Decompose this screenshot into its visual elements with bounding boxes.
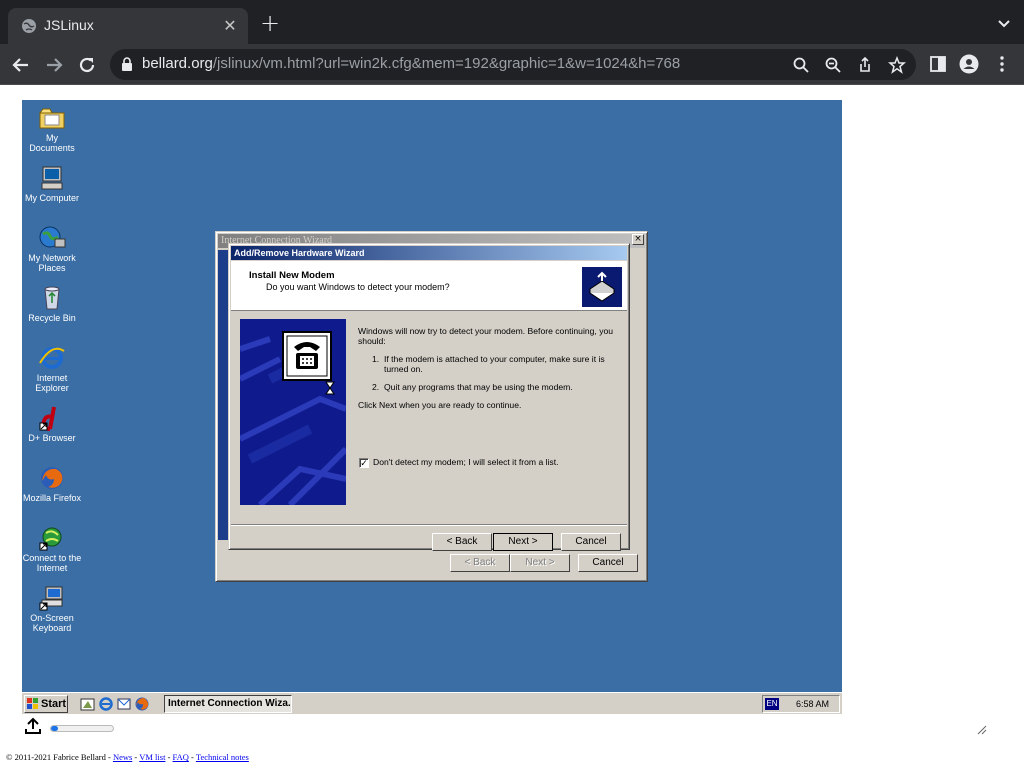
folder-icon	[39, 108, 65, 129]
wizard-side-stripe	[218, 250, 228, 540]
desktop-icon-my-computer[interactable]: My Computer	[22, 165, 82, 203]
desktop-icon-my-network-places[interactable]: My Network Places	[22, 225, 82, 273]
icon-label: On-Screen Keyboard	[30, 613, 74, 633]
back-arrow-icon[interactable]	[8, 52, 34, 78]
system-tray: EN 6:58 AM	[762, 695, 840, 713]
address-bar[interactable]: bellard.org/jslinux/vm.html?url=win2k.cf…	[110, 49, 916, 80]
tab-strip: JSLinux ✕ +	[0, 0, 1024, 44]
desktop-icon-mozilla-firefox[interactable]: Mozilla Firefox	[22, 465, 82, 503]
wizard-side-image	[240, 319, 346, 505]
icon-label: My Documents	[29, 133, 75, 153]
page-footer: © 2011-2021 Fabrice Bellard - News - VM …	[6, 752, 249, 762]
close-window-button[interactable]: ×	[632, 234, 644, 245]
desktop-icon-my-documents[interactable]: My Documents	[22, 105, 82, 153]
resize-handle-icon[interactable]	[977, 725, 987, 735]
clock[interactable]: 6:58 AM	[796, 698, 829, 710]
wizard-content: Windows will now try to detect your mode…	[358, 326, 618, 418]
cancel-button[interactable]: Cancel	[561, 533, 621, 551]
footer-link-vm-list[interactable]: VM list	[139, 752, 165, 762]
internet-explorer-icon[interactable]	[98, 696, 114, 712]
share-icon[interactable]	[856, 56, 874, 74]
firefox-icon	[41, 467, 63, 489]
vm-screen[interactable]: My Documents My Computer My Network Plac…	[22, 100, 842, 714]
side-panel-icon[interactable]	[928, 54, 948, 74]
recycle-bin-icon	[44, 286, 60, 310]
back-button[interactable]: < Back	[450, 554, 510, 572]
tab-title: JSLinux	[44, 17, 94, 33]
taskbar: Start Internet Connection Wiza... EN 6:5…	[22, 692, 842, 714]
close-tab-icon[interactable]: ✕	[220, 16, 240, 36]
internet-explorer-icon	[39, 347, 65, 369]
firefox-icon[interactable]	[134, 696, 150, 712]
step-item: 2. Quit any programs that may be using th…	[372, 382, 573, 392]
circuit-background-icon	[240, 319, 346, 505]
footer-link-technical-notes[interactable]: Technical notes	[196, 752, 249, 762]
desktop-icon-d-plus-browser[interactable]: D+ Browser	[22, 405, 82, 443]
add-remove-hardware-wizard-window[interactable]: Add/Remove Hardware Wizard Install New M…	[228, 243, 630, 551]
checkbox-label: Don't detect my modem; I will select it …	[373, 457, 559, 467]
intro-text: Windows will now try to detect your mode…	[358, 326, 614, 346]
connect-internet-icon	[39, 527, 62, 551]
bookmark-star-icon[interactable]	[888, 56, 906, 74]
back-button[interactable]: < Back	[432, 533, 492, 551]
start-button[interactable]: Start	[24, 695, 68, 713]
globe-icon	[22, 19, 36, 33]
icon-label: D+ Browser	[28, 433, 76, 443]
desktop-icon-recycle-bin[interactable]: Recycle Bin	[22, 285, 82, 323]
window-titlebar[interactable]: Add/Remove Hardware Wizard	[231, 246, 627, 260]
taskbar-item-internet-connection-wizard[interactable]: Internet Connection Wiza...	[164, 695, 292, 713]
keyboard-icon	[39, 586, 63, 611]
wizard-header: Install New Modem Do you want Windows to…	[231, 261, 627, 311]
upload-icon[interactable]	[25, 717, 41, 735]
next-button[interactable]: Next >	[510, 554, 570, 572]
icon-label: Connect to the Internet	[22, 553, 82, 573]
page-content: My Documents My Computer My Network Plac…	[0, 85, 1024, 768]
click-next-text: Click Next when you are ready to continu…	[358, 400, 522, 410]
wizard-header-title: Install New Modem	[249, 270, 335, 281]
profile-avatar-icon[interactable]	[959, 54, 979, 74]
url-text[interactable]: bellard.org/jslinux/vm.html?url=win2k.cf…	[142, 55, 680, 72]
upload-progress-bar	[50, 725, 114, 732]
forward-arrow-icon[interactable]	[41, 52, 67, 78]
browser-tab[interactable]: JSLinux ✕	[8, 8, 248, 44]
icon-label: Mozilla Firefox	[22, 493, 81, 503]
new-tab-button[interactable]: +	[258, 11, 282, 36]
show-desktop-icon[interactable]	[80, 696, 96, 712]
divider	[231, 524, 627, 526]
step-item: 1. If the modem is attached to your compu…	[372, 354, 605, 374]
copyright-text: © 2011-2021 Fabrice Bellard -	[6, 752, 113, 762]
computer-icon	[41, 166, 63, 190]
language-indicator[interactable]: EN	[765, 698, 779, 710]
cancel-button[interactable]: Cancel	[578, 554, 638, 572]
desktop-icon-on-screen-keyboard[interactable]: On-Screen Keyboard	[22, 585, 82, 633]
zoom-out-icon[interactable]	[824, 56, 842, 74]
icon-label: Internet Explorer	[35, 373, 69, 393]
icon-label: My Network Places	[28, 253, 76, 273]
footer-link-news[interactable]: News	[113, 752, 132, 762]
desktop-icon-internet-explorer[interactable]: Internet Explorer	[22, 345, 82, 393]
checkbox-check-icon[interactable]: ✓	[359, 458, 369, 468]
desktop-icon-connect-to-internet[interactable]: Connect to the Internet	[22, 525, 82, 573]
windows-flag-icon	[27, 698, 38, 709]
start-label: Start	[41, 698, 67, 710]
wizard-header-subtitle: Do you want Windows to detect your modem…	[266, 282, 450, 292]
dont-detect-modem-checkbox[interactable]: ✓ Don't detect my modem; I will select i…	[359, 457, 559, 468]
progress-fill	[51, 726, 59, 731]
network-globe-icon	[39, 226, 66, 248]
browser-toolbar: bellard.org/jslinux/vm.html?url=win2k.cf…	[0, 44, 1024, 85]
lock-icon[interactable]	[120, 56, 134, 72]
hardware-wizard-icon	[582, 267, 622, 307]
chevron-down-icon[interactable]	[994, 14, 1014, 34]
reload-icon[interactable]	[74, 52, 100, 78]
search-icon[interactable]	[792, 56, 810, 74]
icon-label: My Computer	[24, 193, 79, 203]
next-button[interactable]: Next >	[493, 533, 553, 551]
outlook-express-icon[interactable]	[116, 696, 132, 712]
kebab-menu-icon[interactable]	[992, 54, 1012, 74]
icon-label: Recycle Bin	[28, 313, 76, 323]
d-plus-browser-icon	[39, 406, 56, 431]
footer-link-faq[interactable]: FAQ	[173, 752, 189, 762]
